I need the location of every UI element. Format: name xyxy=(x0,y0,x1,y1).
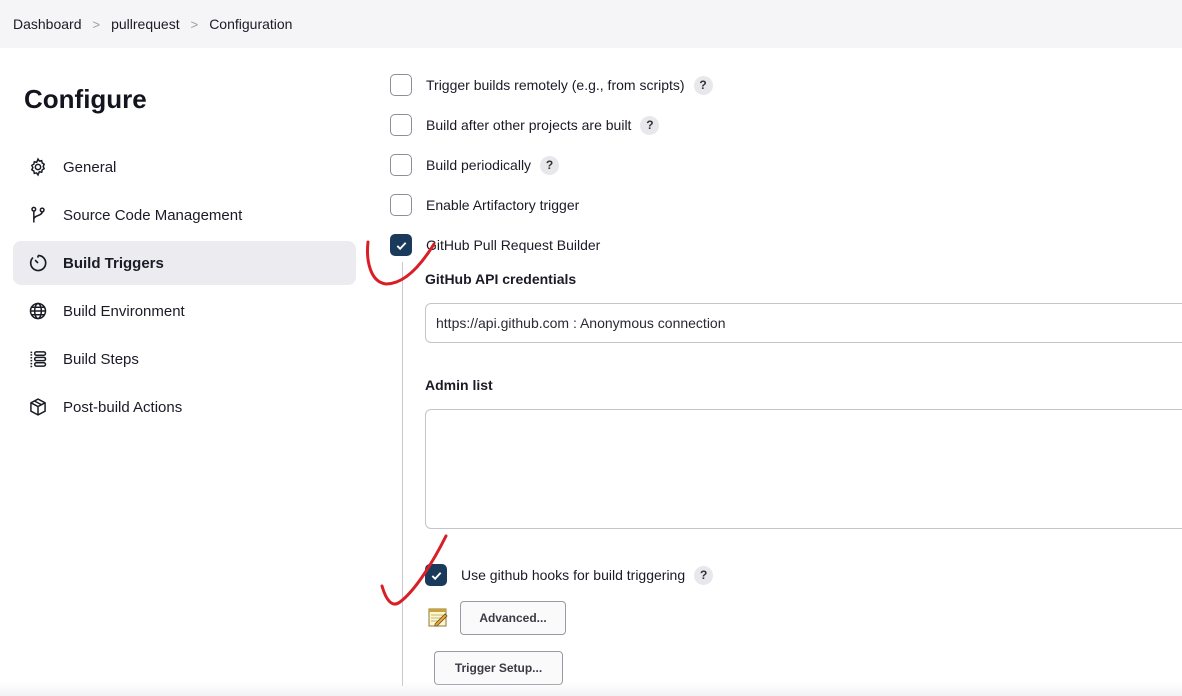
help-icon[interactable]: ? xyxy=(540,155,560,175)
sidebar-item-label: Build Steps xyxy=(63,350,139,368)
package-icon xyxy=(27,396,49,418)
sidebar-nav: General Source Code Management Build Tri… xyxy=(13,145,356,433)
trigger-periodically-label: Build periodically xyxy=(426,157,532,173)
breadcrumb-configuration[interactable]: Configuration xyxy=(209,16,292,32)
hooks-checkbox[interactable] xyxy=(425,564,447,586)
trigger-ghprb-row: GitHub Pull Request Builder xyxy=(390,233,600,257)
breadcrumb-separator: > xyxy=(190,16,199,32)
credentials-label: GitHub API credentials xyxy=(425,271,577,287)
sidebar-item-build-steps[interactable]: Build Steps xyxy=(13,337,356,381)
sidebar-item-build-triggers[interactable]: Build Triggers xyxy=(13,241,356,285)
sidebar-item-label: Source Code Management xyxy=(63,206,243,224)
trigger-ghprb-checkbox[interactable] xyxy=(390,234,412,256)
trigger-artifactory-checkbox[interactable] xyxy=(390,194,412,216)
advanced-button[interactable]: Advanced... xyxy=(460,601,566,635)
bottom-edge xyxy=(0,682,1182,696)
admin-list-textarea[interactable] xyxy=(425,409,1182,529)
trigger-remote-checkbox[interactable] xyxy=(390,74,412,96)
checkmark-icon xyxy=(431,571,441,580)
hooks-label: Use github hooks for build triggering xyxy=(461,567,686,583)
breadcrumb: Dashboard > pullrequest > Configuration xyxy=(0,0,1182,48)
trigger-after-projects-row: Build after other projects are built ? xyxy=(390,113,660,137)
breadcrumb-pullrequest[interactable]: pullrequest xyxy=(111,16,180,32)
trigger-after-projects-label: Build after other projects are built xyxy=(426,117,632,133)
section-indent-line xyxy=(402,262,403,686)
sidebar-item-post-build-actions[interactable]: Post-build Actions xyxy=(13,385,356,429)
sidebar-item-label: Build Environment xyxy=(63,302,185,320)
trigger-artifactory-row: Enable Artifactory trigger xyxy=(390,193,579,217)
branch-icon xyxy=(27,204,49,226)
help-icon[interactable]: ? xyxy=(694,565,714,585)
admin-list-label: Admin list xyxy=(425,377,493,393)
trigger-artifactory-label: Enable Artifactory trigger xyxy=(426,197,580,213)
gear-icon xyxy=(27,156,49,178)
sidebar-item-label: General xyxy=(63,158,117,176)
breadcrumb-separator: > xyxy=(92,16,101,32)
clock-icon xyxy=(27,252,49,274)
help-icon[interactable]: ? xyxy=(693,75,713,95)
checkmark-icon xyxy=(396,241,406,250)
trigger-periodically-row: Build periodically ? xyxy=(390,153,560,177)
sidebar-item-source-code-management[interactable]: Source Code Management xyxy=(13,193,356,237)
list-icon xyxy=(27,348,49,370)
trigger-after-projects-checkbox[interactable] xyxy=(390,114,412,136)
trigger-remote-label: Trigger builds remotely (e.g., from scri… xyxy=(426,77,685,93)
trigger-remote-row: Trigger builds remotely (e.g., from scri… xyxy=(390,73,713,97)
credentials-select-value: https://api.github.com : Anonymous conne… xyxy=(436,315,726,331)
sidebar-item-general[interactable]: General xyxy=(13,145,356,189)
notepad-icon xyxy=(428,608,448,627)
globe-icon xyxy=(27,300,49,322)
trigger-setup-button[interactable]: Trigger Setup... xyxy=(434,651,563,685)
breadcrumb-dashboard[interactable]: Dashboard xyxy=(13,16,82,32)
trigger-periodically-checkbox[interactable] xyxy=(390,154,412,176)
help-icon[interactable]: ? xyxy=(640,115,660,135)
credentials-select[interactable]: https://api.github.com : Anonymous conne… xyxy=(425,303,1182,343)
page-title: Configure xyxy=(24,84,147,114)
sidebar-item-label: Post-build Actions xyxy=(63,398,183,416)
trigger-ghprb-label: GitHub Pull Request Builder xyxy=(426,237,601,253)
sidebar-item-build-environment[interactable]: Build Environment xyxy=(13,289,356,333)
sidebar-item-label: Build Triggers xyxy=(63,254,164,272)
hooks-row: Use github hooks for build triggering ? xyxy=(425,563,714,587)
